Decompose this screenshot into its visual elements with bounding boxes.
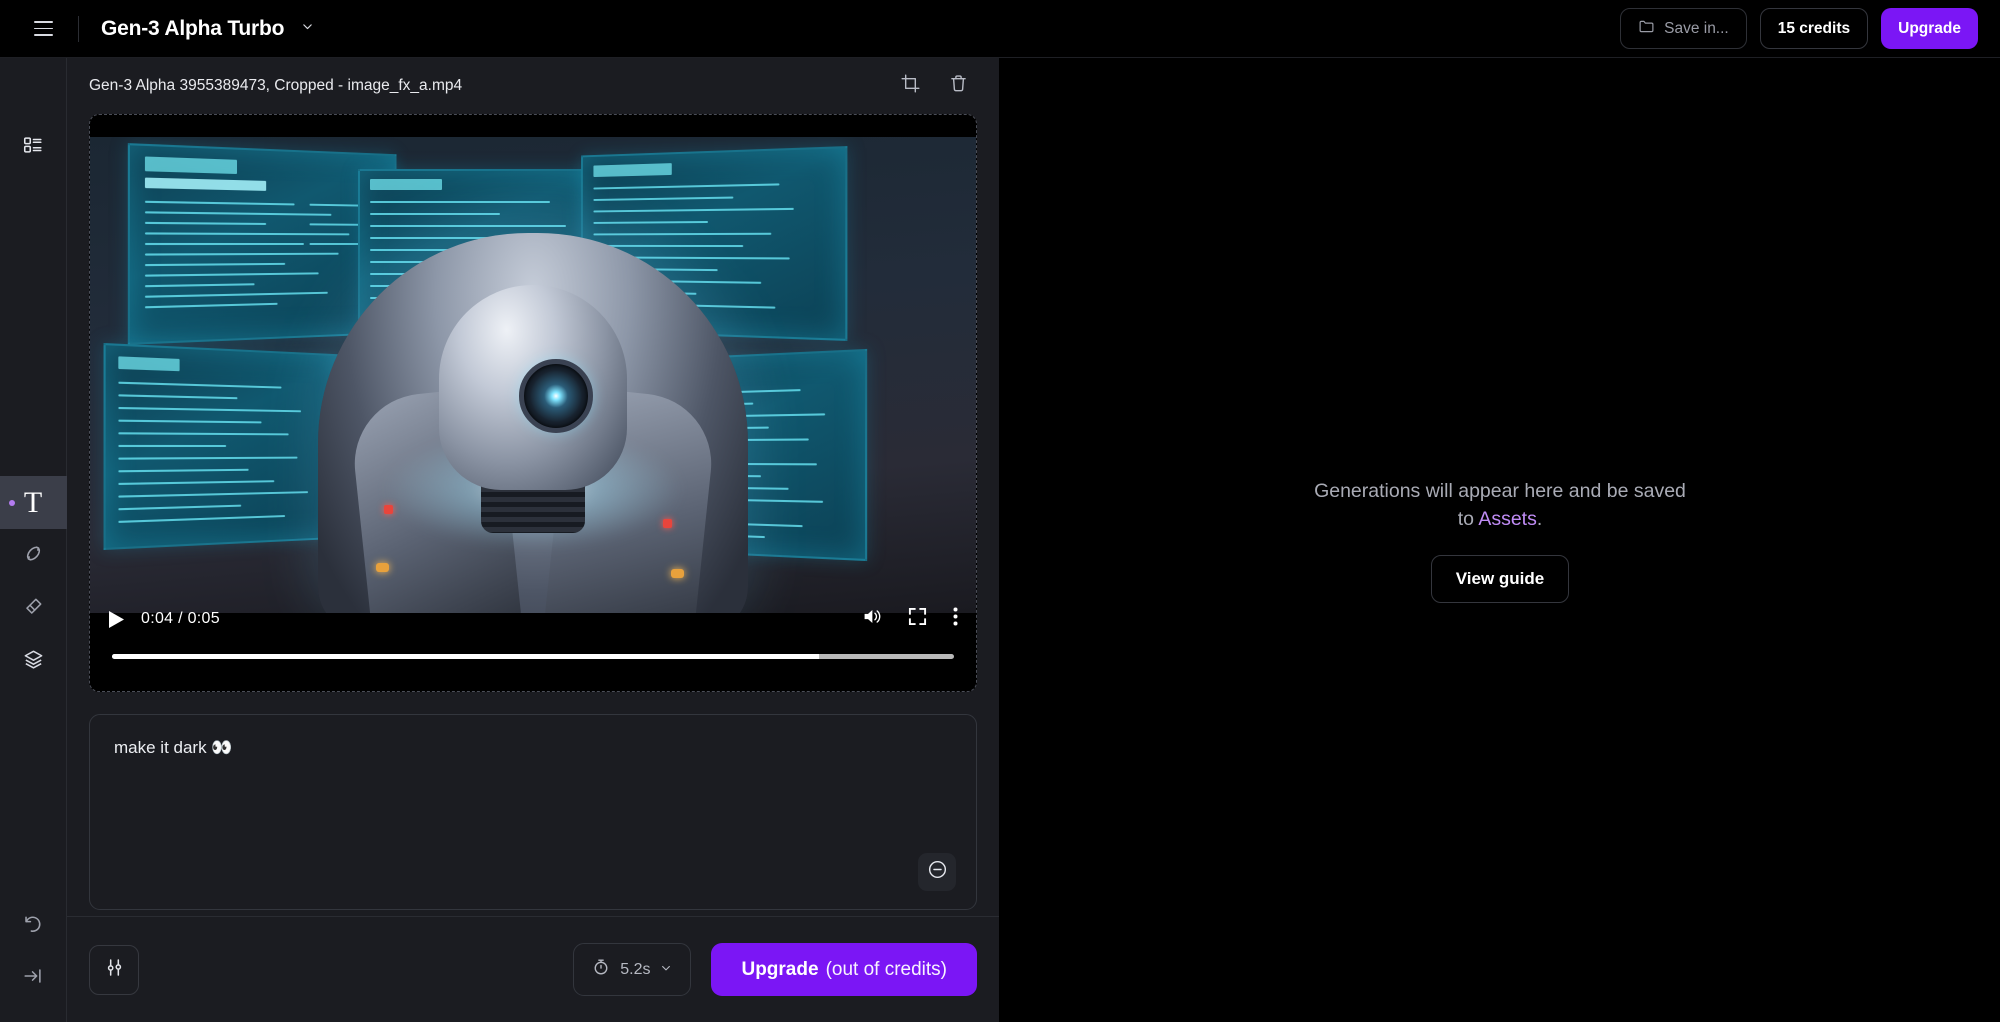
generate-button-sublabel: (out of credits) — [826, 959, 947, 981]
save-in-button[interactable]: Save in... — [1620, 8, 1747, 49]
video-control-row: 0:04 / 0:05 — [90, 593, 976, 645]
video-right-controls — [861, 607, 958, 631]
crop-button[interactable] — [897, 73, 923, 99]
hamburger-icon[interactable] — [26, 12, 60, 46]
credits-label: 15 credits — [1778, 20, 1850, 38]
chevron-down-icon — [660, 961, 672, 979]
play-button[interactable] — [108, 610, 125, 629]
upgrade-label: Upgrade — [1898, 20, 1961, 38]
folder-icon — [1638, 18, 1655, 40]
top-bar-actions: Save in... 15 credits Upgrade — [1620, 8, 1978, 49]
video-scene-image — [90, 137, 976, 613]
arrow-to-line-icon — [22, 965, 44, 992]
kebab-menu-icon — [953, 607, 958, 631]
layers-icon — [22, 648, 45, 676]
empty-state-text-after: . — [1537, 508, 1542, 530]
file-name-label: Gen-3 Alpha 3955389473, Cropped - image_… — [89, 77, 462, 95]
collapse-button[interactable] — [0, 952, 67, 1004]
left-rail: T — [0, 58, 67, 1022]
empty-state-message: Generations will appear here and be save… — [1310, 477, 1690, 534]
more-options-button[interactable] — [953, 607, 958, 631]
model-name-label: Gen-3 Alpha Turbo — [101, 17, 284, 40]
video-frame: 0:04 / 0:05 — [90, 115, 976, 691]
generations-panel: Generations will appear here and be save… — [1000, 58, 2000, 1022]
volume-icon — [861, 607, 882, 631]
file-header: Gen-3 Alpha 3955389473, Cropped - image_… — [67, 58, 999, 114]
model-selector[interactable]: Gen-3 Alpha Turbo — [101, 17, 314, 41]
settings-button[interactable] — [89, 945, 139, 995]
generate-actions: 5.2s Upgrade (out of credits) — [573, 943, 977, 996]
sidebar-item-text-tool[interactable]: T — [0, 476, 67, 529]
rail-tools: T — [0, 476, 67, 688]
fullscreen-icon — [908, 607, 927, 631]
stopwatch-icon — [592, 958, 610, 981]
prompt-input[interactable]: make it dark 👀 — [89, 714, 977, 910]
negative-prompt-button[interactable] — [918, 853, 956, 891]
generate-button[interactable]: Upgrade (out of credits) — [711, 943, 977, 996]
top-bar: Gen-3 Alpha Turbo Save in... 15 credits … — [0, 0, 2000, 58]
generate-bar: 5.2s Upgrade (out of credits) — [67, 916, 999, 1022]
delete-button[interactable] — [945, 73, 971, 99]
video-progress-bar[interactable] — [112, 654, 954, 659]
paint-brush-icon — [22, 595, 45, 623]
app-root: Gen-3 Alpha Turbo Save in... 15 credits … — [0, 0, 2000, 1022]
video-player[interactable]: 0:04 / 0:05 — [89, 114, 977, 692]
sidebar-item-layers-tool[interactable] — [0, 635, 67, 688]
assets-link[interactable]: Assets — [1478, 508, 1537, 530]
duration-label: 5.2s — [620, 961, 650, 979]
motion-brush-rotate-icon — [22, 542, 45, 570]
sidebar-item-brush-tool[interactable] — [0, 582, 67, 635]
crop-icon — [900, 73, 921, 99]
volume-button[interactable] — [861, 607, 882, 631]
generate-button-label: Upgrade — [741, 959, 818, 981]
prompt-text: make it dark 👀 — [114, 737, 952, 760]
app-body: T — [0, 58, 2000, 1022]
reset-button[interactable] — [0, 900, 67, 952]
duration-selector[interactable]: 5.2s — [573, 943, 691, 996]
text-T-icon: T — [24, 488, 42, 518]
active-indicator-dot — [9, 500, 15, 506]
sidebar-item-motion-tool[interactable] — [0, 529, 67, 582]
sliders-settings-icon — [104, 957, 125, 983]
fullscreen-button[interactable] — [908, 607, 927, 631]
chevron-down-icon — [301, 20, 314, 33]
view-guide-button[interactable]: View guide — [1431, 555, 1570, 603]
save-in-label: Save in... — [1664, 20, 1729, 38]
rail-bottom — [0, 900, 67, 1022]
circle-minus-icon — [927, 859, 948, 885]
sidebar-item-assets[interactable] — [0, 120, 67, 174]
undo-reset-icon — [22, 913, 44, 940]
editor-panel: Gen-3 Alpha 3955389473, Cropped - image_… — [67, 58, 1000, 1022]
video-time-display: 0:04 / 0:05 — [141, 610, 220, 628]
divider — [78, 16, 79, 42]
view-guide-label: View guide — [1456, 569, 1545, 589]
trash-icon — [948, 73, 969, 99]
upgrade-button[interactable]: Upgrade — [1881, 8, 1978, 49]
credits-button[interactable]: 15 credits — [1760, 8, 1868, 49]
file-actions — [897, 73, 971, 99]
video-controls: 0:04 / 0:05 — [90, 613, 976, 691]
list-layout-icon — [22, 134, 44, 161]
